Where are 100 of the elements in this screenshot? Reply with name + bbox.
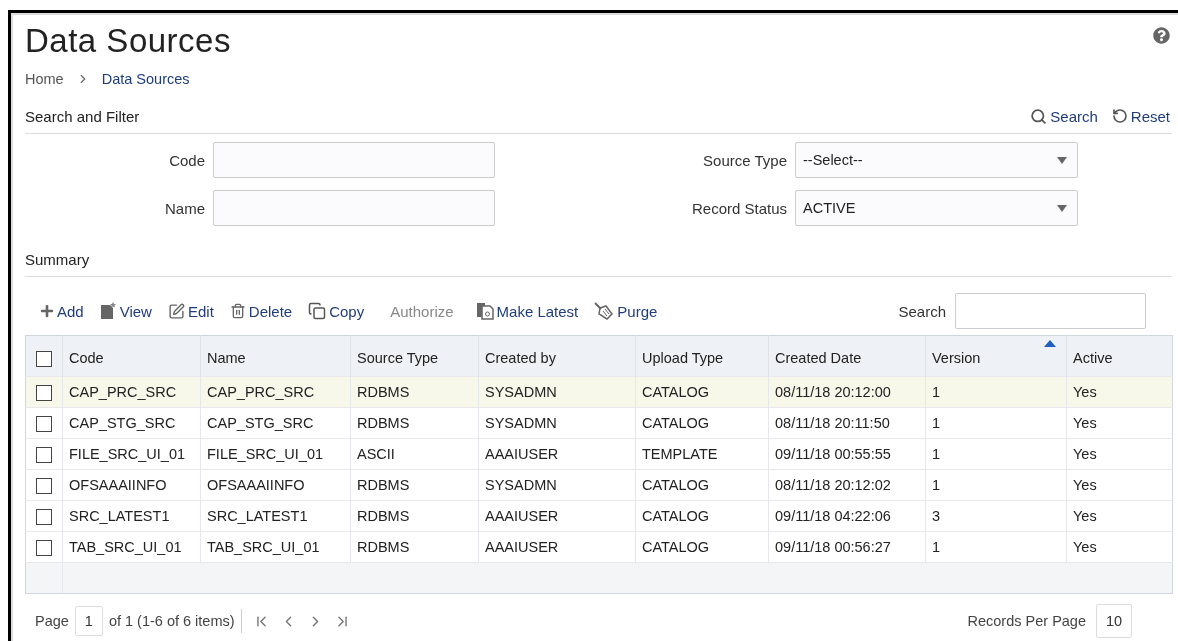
table-cell: OFSAAAIINFO xyxy=(200,469,351,501)
table-cell: SYSADMN xyxy=(478,469,636,501)
search-label: Search xyxy=(898,302,946,320)
table-cell: SRC_LATEST1 xyxy=(200,500,351,532)
checkbox[interactable] xyxy=(36,350,52,367)
help-icon[interactable] xyxy=(1153,27,1170,44)
checkbox[interactable] xyxy=(36,508,52,525)
select-field[interactable]: --Select-- xyxy=(795,142,1078,178)
plus-icon xyxy=(40,304,54,318)
table-cell: CAP_STG_SRC xyxy=(200,407,351,439)
edit-icon xyxy=(167,302,185,320)
table-cell: RDBMS xyxy=(350,500,479,532)
table-cell: ASCII xyxy=(350,438,479,470)
table-cell: CAP_PRC_SRC xyxy=(62,376,201,408)
reset-link[interactable]: Reset xyxy=(1111,107,1170,125)
table-cell: AAAIUSER xyxy=(478,500,636,532)
page-number-field[interactable]: 1 xyxy=(74,606,103,636)
table-cell: Yes xyxy=(1066,469,1173,501)
table-cell: 08/11/18 20:12:02 xyxy=(768,469,926,501)
checkbox[interactable] xyxy=(36,384,52,401)
dropdown-caret-icon xyxy=(1057,204,1067,212)
table-cell: 1 xyxy=(925,407,1067,439)
copy-icon xyxy=(308,302,327,320)
table-cell: 09/11/18 00:55:55 xyxy=(768,438,926,470)
table-cell: SRC_LATEST1 xyxy=(62,500,201,532)
table-cell: SYSADMN xyxy=(478,407,636,439)
table-cell: AAAIUSER xyxy=(478,531,636,563)
column-header[interactable]: Version xyxy=(925,335,1067,377)
breadcrumb-link[interactable]: Data Sources xyxy=(101,71,190,87)
section-title: Search and Filter xyxy=(25,107,140,125)
table-cell: CATALOG xyxy=(635,531,769,563)
input-field[interactable] xyxy=(213,142,495,178)
page-label: Page xyxy=(35,613,69,629)
table-cell: TEMPLATE xyxy=(635,438,769,470)
table-cell: CATALOG xyxy=(635,469,769,501)
table-row[interactable]: SRC_LATEST1 SRC_LATEST1 RDBMS AAAIUSER CATALOG 09/11/18 04:22:06 3 Yes xyxy=(25,500,1173,532)
table-row[interactable]: CAP_PRC_SRC CAP_PRC_SRC RDBMS SYSADMN CATALOG 08/11/18 20:12:00 1 Yes xyxy=(25,376,1173,408)
table-cell: Yes xyxy=(1066,407,1173,439)
checkbox[interactable] xyxy=(36,415,52,432)
column-header[interactable]: Created Date xyxy=(768,335,926,377)
toolbar-button[interactable]: View xyxy=(99,302,152,320)
breadcrumb-link[interactable]: Home xyxy=(25,71,64,87)
table-row[interactable]: TAB_SRC_UI_01 TAB_SRC_UI_01 RDBMS AAAIUSER CATALOG 09/11/18 00:56:27 1 Yes xyxy=(25,531,1173,563)
field-label: Source Type xyxy=(703,151,787,169)
table-cell: 3 xyxy=(925,500,1067,532)
checkbox[interactable] xyxy=(36,477,52,494)
document-icon xyxy=(99,302,117,320)
table-cell: FILE_SRC_UI_01 xyxy=(200,438,351,470)
toolbar-button[interactable]: Purge xyxy=(594,302,658,320)
input-field[interactable] xyxy=(213,190,495,226)
column-header[interactable]: Created by xyxy=(478,335,636,377)
table-cell: RDBMS xyxy=(350,376,479,408)
table-row[interactable]: CAP_STG_SRC CAP_STG_SRC RDBMS SYSADMN CATALOG 08/11/18 20:11:50 1 Yes xyxy=(25,407,1173,439)
table-cell: OFSAAAIINFO xyxy=(62,469,201,501)
toolbar-button[interactable]: Make Latest xyxy=(475,302,579,320)
table-cell: AAAIUSER xyxy=(478,438,636,470)
table-cell: RDBMS xyxy=(350,407,479,439)
table-cell: Yes xyxy=(1066,531,1173,563)
toolbar-button[interactable]: Copy xyxy=(308,302,365,320)
section-title: Summary xyxy=(25,250,90,268)
table-cell: SYSADMN xyxy=(478,376,636,408)
records-per-page-field[interactable]: 10 xyxy=(1096,604,1132,638)
table-row[interactable]: OFSAAAIINFO OFSAAAIINFO RDBMS SYSADMN CATALOG 08/11/18 20:12:02 1 Yes xyxy=(25,469,1173,501)
table-cell: Yes xyxy=(1066,438,1173,470)
search-icon xyxy=(1030,107,1048,125)
table-cell: 09/11/18 00:56:27 xyxy=(768,531,926,563)
select-field[interactable]: ACTIVE xyxy=(795,190,1078,226)
toolbar-button[interactable]: Delete xyxy=(229,302,293,320)
table-cell: CAP_STG_SRC xyxy=(62,407,201,439)
field-label: Record Status xyxy=(691,199,787,217)
column-header[interactable]: Name xyxy=(200,335,351,377)
toolbar-button[interactable]: Add xyxy=(40,302,84,320)
search-field[interactable] xyxy=(955,293,1146,329)
field-label: Code xyxy=(169,151,205,169)
table-cell: CATALOG xyxy=(635,500,769,532)
table-cell: TAB_SRC_UI_01 xyxy=(62,531,201,563)
checkbox[interactable] xyxy=(36,539,52,556)
table-cell: Yes xyxy=(1066,376,1173,408)
table-cell: 09/11/18 04:22:06 xyxy=(768,500,926,532)
broom-icon xyxy=(594,302,615,320)
search-link[interactable]: Search xyxy=(1030,107,1098,125)
checkbox[interactable] xyxy=(36,446,52,463)
table-cell: 1 xyxy=(925,531,1067,563)
column-header[interactable]: Source Type xyxy=(350,335,479,377)
page-title: Data Sources xyxy=(25,21,231,61)
table-cell: CAP_PRC_SRC xyxy=(200,376,351,408)
trash-icon xyxy=(229,303,246,319)
toolbar-button[interactable]: Edit xyxy=(167,302,214,320)
documents-icon xyxy=(475,302,494,320)
column-header[interactable]: Active xyxy=(1066,335,1173,377)
table-row[interactable]: FILE_SRC_UI_01 FILE_SRC_UI_01 ASCII AAAIUSER TEMPLATE 09/11/18 00:55:55 1 Yes xyxy=(25,438,1173,470)
column-header[interactable]: Upload Type xyxy=(635,335,769,377)
table-cell: 08/11/18 20:12:00 xyxy=(768,376,926,408)
records-per-page-label: Records Per Page xyxy=(967,613,1086,629)
table-cell: Yes xyxy=(1066,500,1173,532)
column-header[interactable]: Code xyxy=(62,335,201,377)
table-cell: 1 xyxy=(925,469,1067,501)
table-cell: CATALOG xyxy=(635,407,769,439)
table-cell: 1 xyxy=(925,438,1067,470)
table-cell: RDBMS xyxy=(350,531,479,563)
